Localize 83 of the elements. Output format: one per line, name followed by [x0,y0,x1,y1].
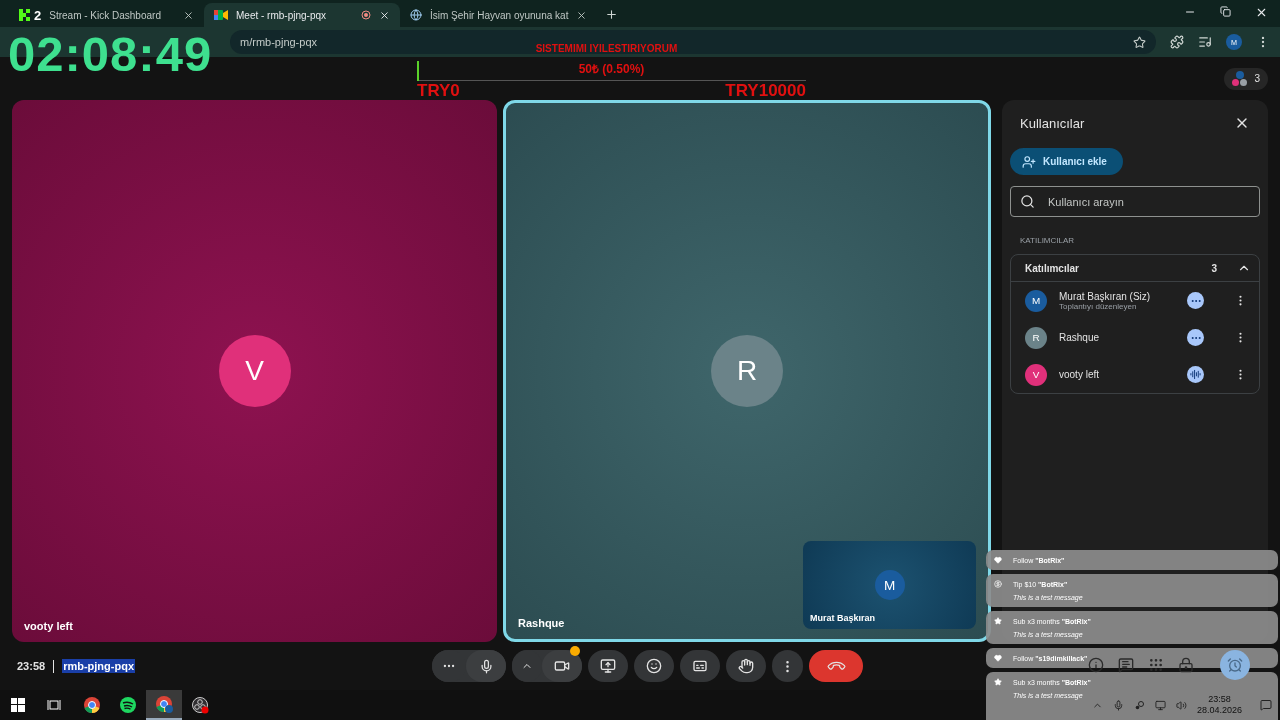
recorder-icon[interactable] [191,696,209,714]
info-icon[interactable] [1088,657,1104,673]
counter-number: 2 [34,7,42,23]
camera-icon [554,658,570,674]
network-icon[interactable] [1154,699,1166,711]
task-view-icon[interactable] [47,699,61,711]
tray-time: 23:58 [1208,694,1231,705]
self-avatar: M [874,570,905,600]
self-name: Murat Başkıran [810,613,876,623]
group-count: 3 [1211,262,1217,274]
globe-icon [410,9,422,21]
group-title: Katılımcılar [1025,262,1080,274]
avatars-icon [1232,70,1249,87]
heart-icon [994,556,1002,564]
mic-icon[interactable] [1112,699,1124,711]
search-field[interactable]: Kullanıcı arayın [1010,186,1260,217]
captions-button[interactable] [680,650,720,682]
close-window-icon[interactable] [1255,6,1268,19]
chat-icon[interactable] [1118,657,1134,673]
heart-icon [994,654,1002,662]
close-icon[interactable] [379,9,390,21]
participant-avatar: V [218,335,291,407]
smiley-icon [646,658,662,674]
browser-tab[interactable]: 2 Stream - Kick Dashboard [8,3,204,27]
chrome-icon[interactable] [155,695,173,713]
lock-icon[interactable] [1178,657,1194,673]
more-button[interactable] [772,650,803,682]
search-icon [1020,194,1035,209]
star-icon [994,617,1002,625]
media-icon[interactable] [1198,35,1212,49]
bookmark-icon[interactable] [1133,35,1146,49]
dollar-icon [994,580,1002,588]
panel-title: Kullanıcılar [1020,115,1085,131]
participant-avatar: V [1025,363,1047,386]
meeting-time: 23:58 [17,660,46,672]
tray-date: 28.04.2026 [1196,705,1242,716]
emoji-button[interactable] [634,650,674,682]
warning-badge [570,646,580,656]
hand-icon [738,658,754,674]
goal-amount: 50₺ (0.50%) [578,61,645,77]
screen-share-icon [600,658,616,674]
notifications-icon[interactable] [1260,699,1272,711]
alarm-clock-icon [1227,657,1243,673]
new-tab-icon[interactable] [605,8,619,21]
end-call-button[interactable] [809,650,863,682]
participant-avatar: R [1025,326,1047,349]
browser-tab[interactable]: Meet - rmb-pjng-pqx [204,3,400,27]
goal-title: SISTEMIMI IYILESTIRIYORUM [535,43,678,54]
share-screen-button[interactable] [588,650,628,682]
meeting-code: rmb-pjng-pqx [62,659,136,673]
restore-icon[interactable] [1220,6,1231,17]
participant-name: Murat Başkıran (Siz) [1059,290,1152,302]
volume-icon[interactable] [1175,699,1187,711]
add-user-button[interactable]: Kullanıcı ekle [1010,148,1123,175]
camera-logo-icon [214,9,228,21]
participant-avatar: M [1025,289,1047,312]
participants-indicator[interactable]: 3 [1224,67,1268,90]
participant-name: Rashque [518,617,565,629]
kick-logo-icon [18,8,32,22]
star-icon [994,678,1002,686]
raise-hand-button[interactable] [726,650,766,682]
goal-max: TRY10000 [725,81,806,101]
group-header[interactable]: Katılımcılar 3 [1011,255,1259,282]
close-icon[interactable] [183,9,194,21]
stream-clock: 02:08:49 [8,26,213,82]
taskbar-app[interactable] [146,690,182,720]
windows-icon[interactable] [11,698,25,712]
microphone-icon [478,658,494,674]
participant-name: vooty left [24,620,73,632]
chrome-icon[interactable] [83,696,101,714]
microphone-button[interactable] [466,650,506,682]
section-label: KATILIMCILAR [1019,236,1076,245]
participant-avatar: R [711,335,783,407]
extensions-icon[interactable] [1170,35,1184,49]
captions-icon [692,658,708,674]
goal-min: TRY0 [417,81,460,101]
browser-tab[interactable]: İsim Şehir Hayvan oyununa kat [400,3,598,27]
spotify-icon[interactable] [119,696,137,714]
add-person-icon [1022,154,1036,169]
participant-role: Toplantıyı düzenleyen [1059,301,1137,311]
close-icon[interactable] [576,9,588,21]
participant-name: vooty left [1059,369,1101,380]
participant-name: Rashque [1059,332,1101,343]
